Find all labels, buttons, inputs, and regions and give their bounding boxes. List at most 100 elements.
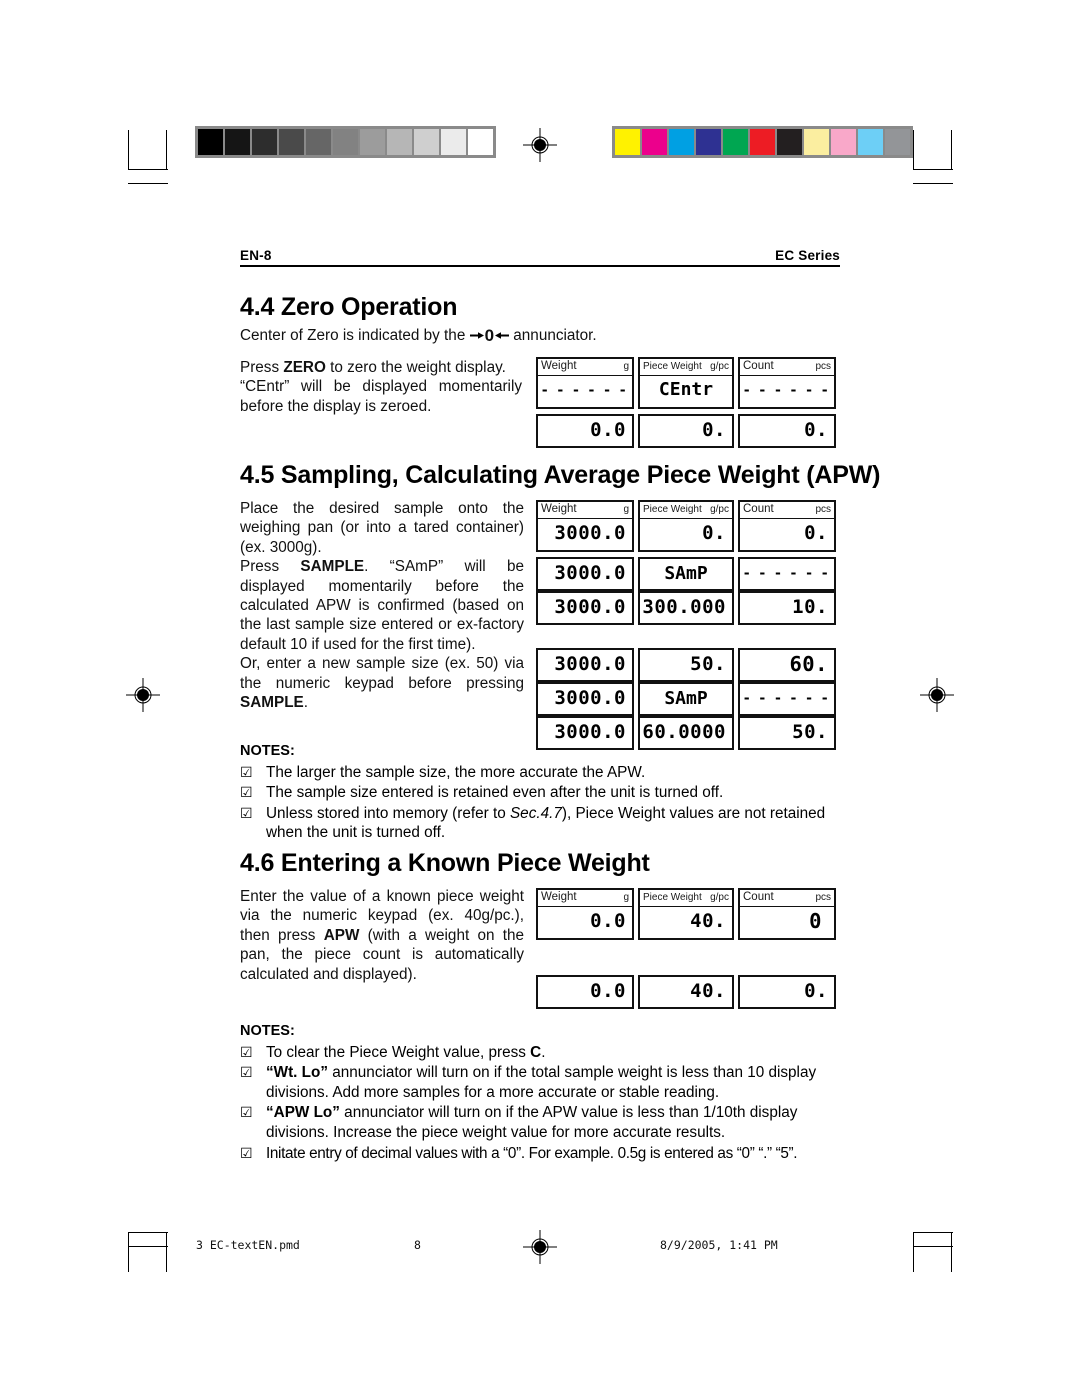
lcd-weight-unit: g xyxy=(623,892,629,904)
note-item: ☑ “APW Lo” annunciator will turn on if t… xyxy=(240,1103,845,1142)
lcd-piece-weight-panel: Piece Weight g/pc 40. xyxy=(638,888,734,940)
gray-swatch xyxy=(252,129,277,155)
lcd-piece-weight-label: Piece Weight xyxy=(643,892,702,904)
color-swatch xyxy=(615,129,640,155)
lcd-group-known-apw-row-2: 0.0 40. 0. xyxy=(536,975,836,1009)
section-4-6-body: Enter the value of a known piece weight … xyxy=(240,887,524,984)
lcd-piece-weight-unit: g/pc xyxy=(710,504,729,516)
color-swatch xyxy=(642,129,667,155)
checkbox-icon: ☑ xyxy=(240,1043,253,1060)
lcd-count-value: 60. xyxy=(789,652,828,676)
lcd-piece-weight-value: 40. xyxy=(690,980,726,1002)
color-swatch xyxy=(669,129,694,155)
lcd-count-unit: pcs xyxy=(815,504,831,516)
lcd-weight-label: Weight xyxy=(541,503,577,516)
lcd-weight-panel: Weight g 0.0 xyxy=(536,888,634,940)
intro-text-after: annunciator. xyxy=(513,327,597,344)
gray-swatch xyxy=(441,129,466,155)
registration-target-icon xyxy=(523,1230,557,1264)
paragraph-enter-known-weight: Enter the value of a known piece weight … xyxy=(240,888,524,983)
heading-section-4-6: 4.6 Entering a Known Piece Weight xyxy=(240,849,650,877)
lcd-piece-weight-unit: g/pc xyxy=(710,361,729,373)
note-text: “APW Lo” annunciator will turn on if the… xyxy=(266,1104,798,1141)
lcd-weight-panel: 3000.0 xyxy=(536,648,634,682)
gray-swatch xyxy=(279,129,304,155)
lcd-count-label: Count xyxy=(743,360,774,373)
lcd-piece-weight-panel: 300.000 xyxy=(638,591,734,625)
checkbox-icon: ☑ xyxy=(240,804,253,821)
note-item: ☑ Unless stored into memory (refer to Se… xyxy=(240,804,840,843)
lcd-piece-weight-panel: 50. xyxy=(638,648,734,682)
lcd-count-label: Count xyxy=(743,891,774,904)
lcd-count-panel: Count pcs 0 xyxy=(738,888,836,940)
lcd-count-panel: Count pcs 0. xyxy=(738,500,836,552)
note-item: ☑ Initate entry of decimal values with a… xyxy=(240,1144,845,1164)
color-swatch xyxy=(696,129,721,155)
color-swatch xyxy=(885,129,910,155)
checkbox-icon: ☑ xyxy=(240,1064,253,1081)
lcd-count-label: Count xyxy=(743,503,774,516)
lcd-piece-weight-value: 0. xyxy=(702,419,726,441)
note-text: To clear the Piece Weight value, press C… xyxy=(266,1043,546,1061)
lcd-weight-panel: 0.0 xyxy=(536,414,634,448)
checkbox-icon: ☑ xyxy=(240,784,253,801)
lcd-count-value: - - - - - - xyxy=(743,563,831,582)
lcd-count-panel: - - - - - - xyxy=(738,557,836,591)
lcd-weight-value: 3000.0 xyxy=(554,562,626,584)
gray-swatch xyxy=(225,129,250,155)
notes-section-4-6: NOTES: ☑ To clear the Piece Weight value… xyxy=(240,1022,845,1163)
lcd-count-unit: pcs xyxy=(815,361,831,373)
lcd-piece-weight-panel: 0. xyxy=(638,414,734,448)
notes-title: NOTES: xyxy=(240,1023,295,1039)
footer-file-name: 3 EC-textEN.pmd xyxy=(196,1238,300,1252)
lcd-weight-panel: 3000.0 xyxy=(536,557,634,591)
paragraph-place-sample: Place the desired sample onto the weighi… xyxy=(240,500,524,556)
center-of-zero-annunciator-icon: 0 xyxy=(469,326,510,345)
gray-swatch xyxy=(360,129,385,155)
gray-swatch xyxy=(414,129,439,155)
lcd-weight-panel: Weight g 3000.0 xyxy=(536,500,634,552)
gray-swatch xyxy=(468,129,493,155)
zero-symbol: 0 xyxy=(484,326,495,345)
lcd-piece-weight-label: Piece Weight xyxy=(643,504,702,516)
lcd-count-panel: - - - - - - xyxy=(738,682,836,716)
section-4-4-intro: Center of Zero is indicated by the 0 ann… xyxy=(240,326,800,345)
lcd-group-zero-row-2: 0.0 0. 0. xyxy=(536,414,836,448)
lcd-count-panel: 60. xyxy=(738,648,836,682)
lcd-count-value: 0 xyxy=(809,908,822,933)
lcd-group-sampling-a-row-3: 3000.0 300.000 10. xyxy=(536,591,836,625)
lcd-count-value: 0. xyxy=(804,980,828,1002)
note-text: The sample size entered is retained even… xyxy=(266,784,724,802)
color-swatch xyxy=(831,129,856,155)
lcd-piece-weight-value: 300.000 xyxy=(642,596,726,618)
registration-target-icon xyxy=(126,678,160,712)
lcd-weight-value: 0.0 xyxy=(590,909,626,932)
lcd-weight-panel: Weight g - - - - - - xyxy=(536,357,634,409)
note-text: Initate entry of decimal values with a “… xyxy=(266,1144,798,1162)
section-4-5-body: Place the desired sample onto the weighi… xyxy=(240,499,524,712)
lcd-piece-weight-value: SAmP xyxy=(664,562,708,584)
note-text: Unless stored into memory (refer to Sec.… xyxy=(266,804,826,842)
intro-text-before: Center of Zero is indicated by the xyxy=(240,327,466,344)
gray-swatch xyxy=(306,129,331,155)
lcd-weight-panel: 3000.0 xyxy=(536,591,634,625)
lcd-count-value: 0. xyxy=(804,521,828,544)
lcd-count-value: 0. xyxy=(804,419,828,441)
grayscale-calibration-bar xyxy=(195,126,496,158)
lcd-piece-weight-value: 50. xyxy=(690,653,726,675)
lcd-weight-value: 3000.0 xyxy=(554,521,626,544)
lcd-count-panel: 0. xyxy=(738,975,836,1009)
lcd-weight-value: 0.0 xyxy=(590,980,626,1002)
running-head-left: EN-8 xyxy=(240,248,272,263)
gray-swatch xyxy=(387,129,412,155)
registration-target-icon xyxy=(920,678,954,712)
arrow-right-icon xyxy=(469,332,484,339)
lcd-piece-weight-value: CEntr xyxy=(658,379,714,400)
lcd-piece-weight-label: Piece Weight xyxy=(643,361,702,373)
color-swatch xyxy=(777,129,802,155)
lcd-weight-value: 3000.0 xyxy=(554,596,626,618)
running-head-right: EC Series xyxy=(775,248,840,263)
lcd-count-value: - - - - - - xyxy=(743,379,831,399)
note-text: The larger the sample size, the more acc… xyxy=(266,763,646,781)
notes-section-4-5: NOTES: ☑ The larger the sample size, the… xyxy=(240,742,840,843)
